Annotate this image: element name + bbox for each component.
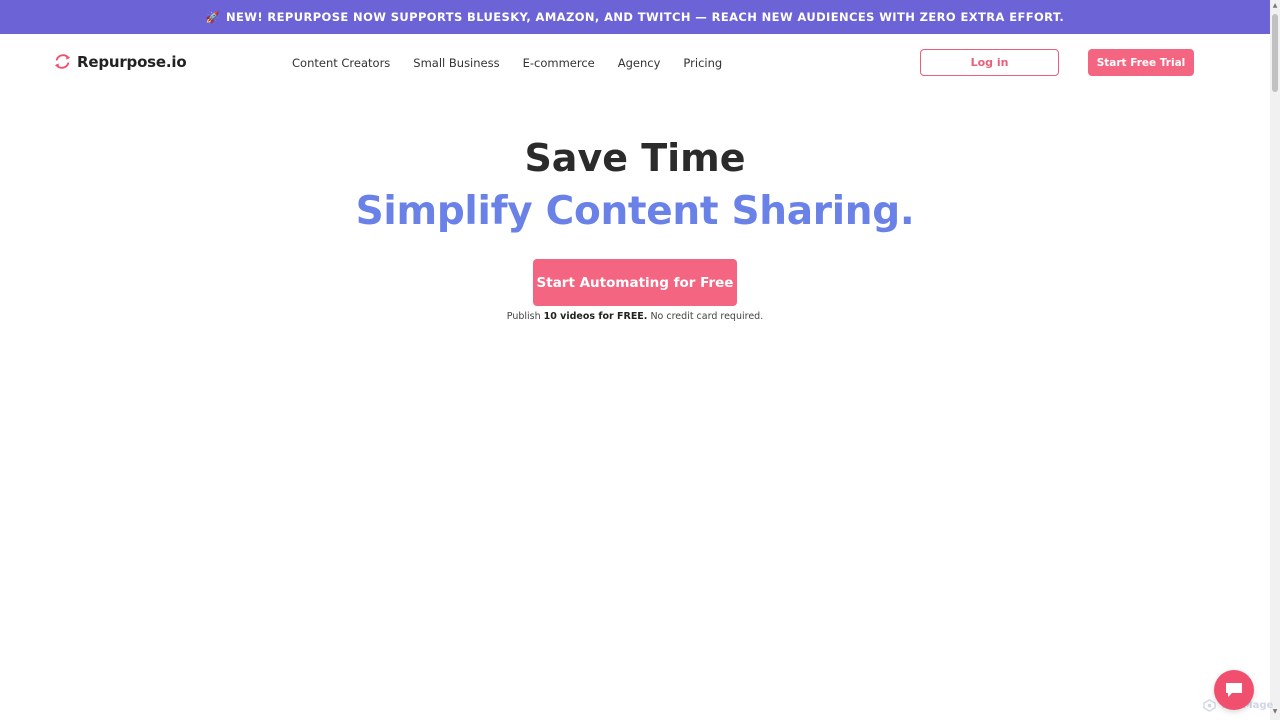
- note-prefix: Publish: [506, 311, 544, 322]
- nav-item-ecommerce[interactable]: E-commerce: [523, 56, 595, 70]
- nav-item-agency[interactable]: Agency: [618, 56, 661, 70]
- start-free-trial-button[interactable]: Start Free Trial: [1088, 49, 1194, 76]
- watermark-logo-icon: [1203, 699, 1216, 712]
- login-button[interactable]: Log in: [920, 49, 1059, 76]
- top-navigation: Repurpose.io Content Creators Small Busi…: [0, 34, 1270, 94]
- scroll-up-arrow-icon[interactable]: ▲: [1271, 2, 1279, 10]
- nav-item-content-creators[interactable]: Content Creators: [292, 56, 390, 70]
- start-automating-button[interactable]: Start Automating for Free: [533, 259, 737, 306]
- main-menu: Content Creators Small Business E-commer…: [292, 56, 745, 70]
- hero-section: Save Time Simplify Content Sharing.: [0, 134, 1270, 238]
- rocket-icon: 🚀: [205, 10, 220, 24]
- scrollbar-thumb[interactable]: [1272, 14, 1278, 92]
- nav-item-pricing[interactable]: Pricing: [683, 56, 722, 70]
- hero-subtitle: Simplify Content Sharing.: [355, 189, 915, 234]
- cta-note: Publish 10 videos for FREE. No credit ca…: [0, 311, 1270, 322]
- note-highlight: 10 videos for FREE.: [543, 311, 648, 322]
- chat-bubble-icon: [1226, 683, 1242, 697]
- announcement-banner[interactable]: 🚀 NEW! REPURPOSE NOW SUPPORTS BLUESKY, A…: [0, 0, 1270, 34]
- scrollbar-track[interactable]: [1270, 0, 1280, 720]
- nav-item-small-business[interactable]: Small Business: [413, 56, 499, 70]
- hero-title: Save Time: [524, 136, 746, 180]
- logo[interactable]: Repurpose.io: [53, 52, 187, 71]
- banner-text: NEW! REPURPOSE NOW SUPPORTS BLUESKY, AMA…: [225, 10, 1065, 24]
- logo-text: Repurpose.io: [77, 52, 187, 71]
- repurpose-logo-icon: [54, 54, 71, 69]
- chat-button[interactable]: [1214, 670, 1254, 710]
- note-suffix: No credit card required.: [647, 311, 764, 322]
